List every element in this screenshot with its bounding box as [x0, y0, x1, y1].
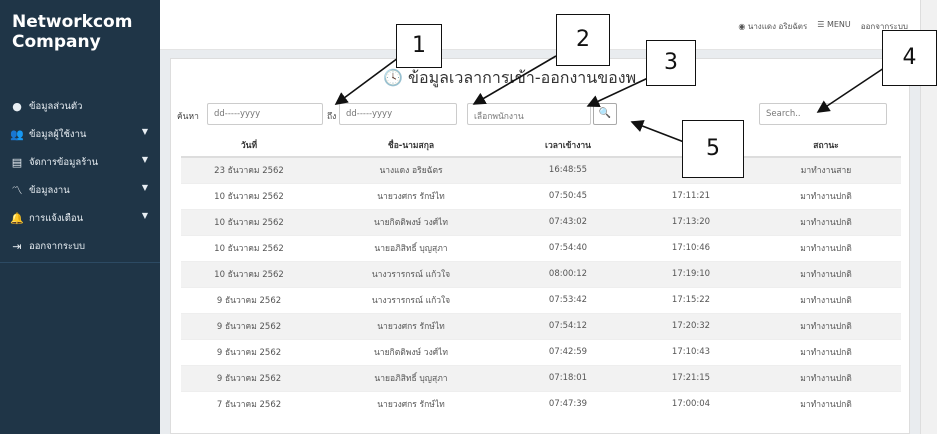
- callout-3: 3: [646, 40, 696, 86]
- callout-arrows: [334, 55, 885, 143]
- callout-1-arrow: [334, 57, 399, 105]
- callout-2: 2: [556, 14, 610, 66]
- callout-4-arrow: [816, 67, 885, 113]
- callout-5: 5: [682, 120, 744, 178]
- callout-3-arrow: [586, 77, 649, 108]
- callout-5-arrow: [630, 120, 685, 143]
- callout-1: 1: [396, 24, 442, 68]
- callout-4: 4: [882, 30, 937, 86]
- callout-2-arrow: [472, 55, 557, 105]
